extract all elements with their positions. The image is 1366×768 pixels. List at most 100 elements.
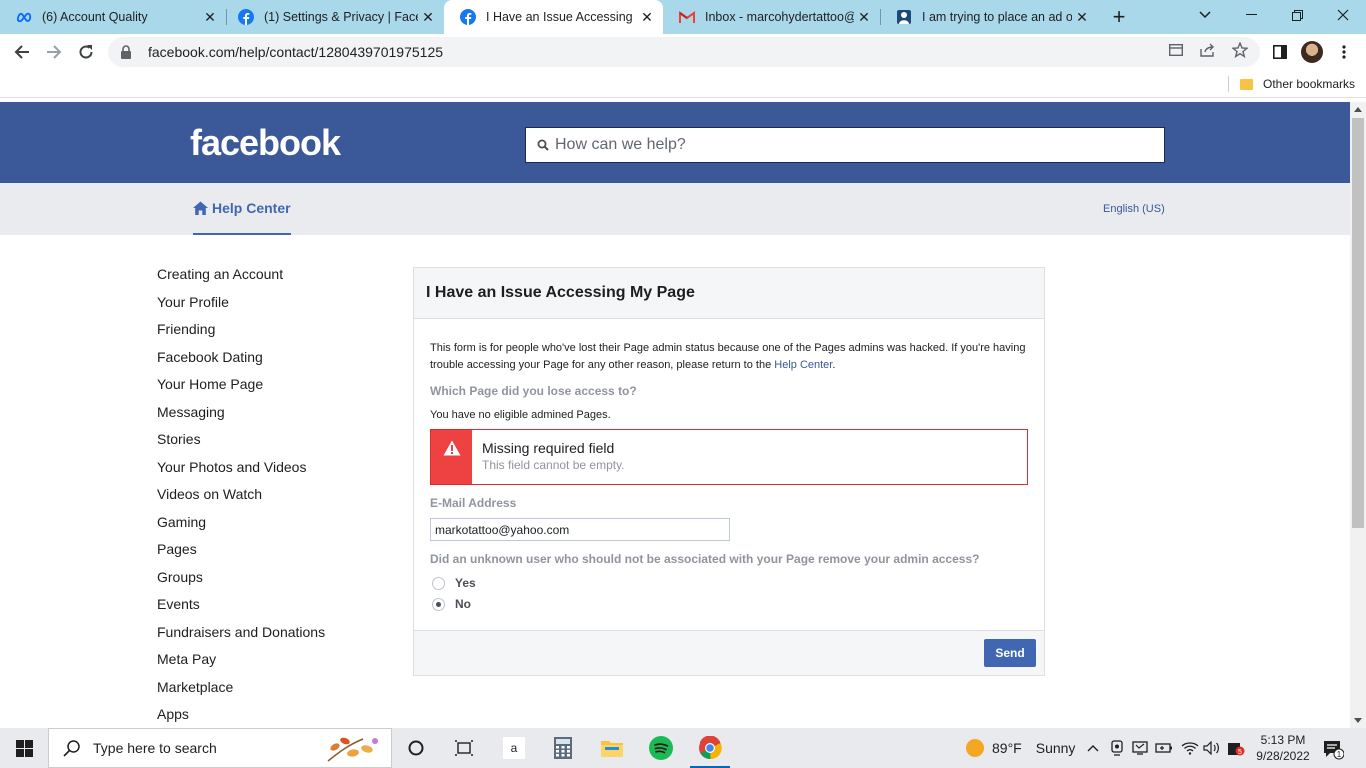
system-clock[interactable]: 5:13 PM 9/28/2022	[1250, 732, 1316, 764]
star-icon[interactable]	[1232, 42, 1248, 58]
weather-widget[interactable]: 89°F Sunny	[966, 728, 1075, 768]
calculator-app[interactable]	[539, 728, 587, 768]
nav-item-events[interactable]: Events	[157, 594, 377, 622]
facebook-logo[interactable]: facebook	[190, 122, 341, 164]
browser-tab[interactable]: (6) Account Quality ✕	[0, 0, 226, 34]
gmail-icon	[679, 9, 695, 25]
nav-item-friending[interactable]: Friending	[157, 319, 377, 347]
nav-item-photos-videos[interactable]: Your Photos and Videos	[157, 457, 377, 485]
error-message: Missing required field This field cannot…	[430, 429, 1028, 485]
share-icon[interactable]	[1200, 42, 1216, 58]
address-bar[interactable]: facebook.com/help/contact/12804397019751…	[108, 37, 1260, 67]
radio-option-yes[interactable]: Yes	[432, 576, 476, 590]
task-view-icon-button[interactable]	[440, 728, 488, 768]
side-panel-icon[interactable]	[1270, 42, 1290, 62]
url-text[interactable]: facebook.com/help/contact/12804397019751…	[148, 44, 443, 60]
close-icon[interactable]: ✕	[637, 7, 657, 27]
nav-item-videos-watch[interactable]: Videos on Watch	[157, 484, 377, 512]
error-subtitle: This field cannot be empty.	[482, 458, 625, 472]
scroll-down-icon[interactable]	[1354, 718, 1362, 723]
browser-tab[interactable]: Inbox - marcohydertattoo@g ✕	[663, 0, 880, 34]
browser-tab-active[interactable]: I Have an Issue Accessing My ✕	[444, 0, 663, 34]
new-tab-button[interactable]: +	[1106, 4, 1132, 30]
nav-item-apps[interactable]: Apps	[157, 704, 377, 728]
browser-tab[interactable]: (1) Settings & Privacy | Faceb ✕	[222, 0, 444, 34]
file-explorer-app[interactable]	[588, 728, 636, 768]
chrome-app[interactable]	[686, 728, 734, 768]
help-center-link[interactable]: Help Center	[193, 183, 291, 235]
nav-item-messaging[interactable]: Messaging	[157, 402, 377, 430]
nav-item-pages[interactable]: Pages	[157, 539, 377, 567]
sun-icon	[966, 739, 984, 757]
reload-button[interactable]	[72, 38, 100, 66]
chevron-down-icon	[1199, 11, 1211, 19]
windows-icon	[15, 739, 33, 757]
help-search-input[interactable]	[555, 136, 1135, 154]
page-viewport: facebook Help Center English (US) Creati…	[0, 102, 1350, 728]
browser-tab[interactable]: I am trying to place an ad or ✕	[880, 0, 1098, 34]
radio-button-yes[interactable]	[432, 576, 445, 590]
radio-option-no[interactable]: No	[432, 597, 471, 611]
restore-button[interactable]	[1274, 0, 1320, 30]
nav-item-meta-pay[interactable]: Meta Pay	[157, 649, 377, 677]
radio-label-no: No	[455, 597, 471, 611]
other-bookmarks[interactable]: Other bookmarks	[1240, 75, 1355, 93]
close-icon[interactable]: ✕	[418, 7, 438, 27]
chevron-up-icon[interactable]	[1084, 739, 1102, 757]
nav-item-marketplace[interactable]: Marketplace	[157, 677, 377, 705]
minimize-button[interactable]	[1228, 0, 1274, 30]
facebook-icon	[460, 9, 476, 25]
nav-item-home-page[interactable]: Your Home Page	[157, 374, 377, 402]
webcam-icon[interactable]	[1108, 739, 1126, 757]
notification-count: 1	[1337, 750, 1342, 759]
amazon-app[interactable]: a	[490, 728, 538, 768]
nav-item-your-profile[interactable]: Your Profile	[157, 292, 377, 320]
close-icon[interactable]: ✕	[854, 7, 874, 27]
more-menu-icon[interactable]	[1334, 42, 1354, 62]
nav-item-gaming[interactable]: Gaming	[157, 512, 377, 540]
nav-item-stories[interactable]: Stories	[157, 429, 377, 457]
warning-icon	[431, 430, 472, 484]
scroll-up-icon[interactable]	[1354, 107, 1362, 112]
task-view-button[interactable]	[392, 728, 440, 768]
nav-item-groups[interactable]: Groups	[157, 567, 377, 595]
email-field[interactable]	[430, 518, 730, 541]
taskbar-search[interactable]: Type here to search	[48, 728, 392, 768]
nav-item-fundraisers[interactable]: Fundraisers and Donations	[157, 622, 377, 650]
battery-plug-icon[interactable]	[1155, 739, 1173, 757]
app-tray-icon[interactable]: 5	[1227, 739, 1245, 757]
display-icon[interactable]	[1131, 739, 1149, 757]
notification-center-button[interactable]: 1	[1322, 738, 1344, 760]
form-intro: This form is for people who've lost thei…	[430, 340, 1030, 374]
admin-access-question: Did an unknown user who should not be as…	[430, 552, 980, 566]
nav-item-creating-account[interactable]: Creating an Account	[157, 264, 377, 292]
page-scrollbar[interactable]	[1350, 102, 1366, 728]
close-icon[interactable]: ✕	[1072, 7, 1092, 27]
language-selector[interactable]: English (US)	[1103, 203, 1165, 215]
close-icon[interactable]: ✕	[200, 7, 220, 27]
other-bookmarks-label: Other bookmarks	[1263, 77, 1356, 91]
start-button[interactable]	[0, 728, 48, 768]
spotify-app[interactable]	[637, 728, 685, 768]
profile-avatar[interactable]	[1301, 41, 1323, 63]
forward-button[interactable]	[40, 38, 68, 66]
clock-time: 5:13 PM	[1260, 733, 1306, 747]
clock-date: 9/28/2022	[1256, 749, 1310, 763]
close-window-button[interactable]	[1320, 0, 1366, 30]
wifi-icon[interactable]	[1181, 739, 1199, 757]
lock-icon[interactable]	[120, 45, 134, 59]
tab-search-button[interactable]	[1182, 0, 1228, 30]
reader-mode-icon[interactable]	[1168, 42, 1184, 58]
nav-item-facebook-dating[interactable]: Facebook Dating	[157, 347, 377, 375]
tab-title: (1) Settings & Privacy | Faceb	[264, 10, 418, 24]
send-button[interactable]: Send	[984, 639, 1036, 667]
volume-icon[interactable]	[1203, 739, 1221, 757]
scrollbar-thumb[interactable]	[1352, 118, 1364, 528]
back-button[interactable]	[8, 38, 36, 66]
radio-button-no[interactable]	[432, 597, 445, 611]
intro-end: .	[832, 359, 836, 371]
help-center-link-inline[interactable]: Help Center	[774, 359, 832, 371]
help-search-box[interactable]	[525, 127, 1165, 163]
email-label: E-Mail Address	[430, 496, 517, 510]
search-icon	[63, 739, 81, 757]
